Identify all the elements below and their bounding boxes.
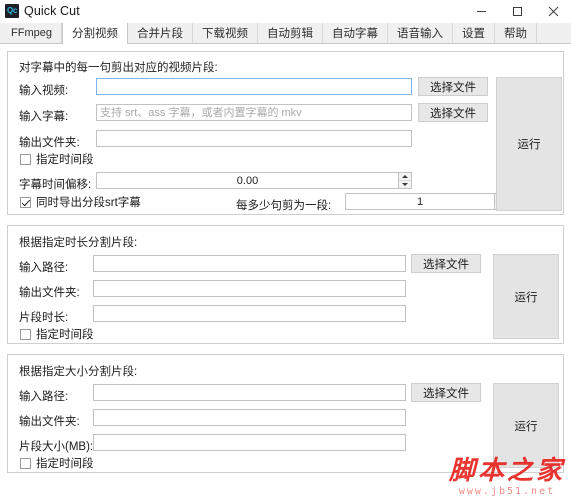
minimize-button[interactable] xyxy=(463,0,499,22)
subtitle-time-offset-stepper[interactable] xyxy=(96,172,412,189)
tab-label: 下载视频 xyxy=(201,28,248,40)
sentences-per-clip-stepper[interactable] xyxy=(345,193,508,210)
tab-auto-edit[interactable]: 自动剪辑 xyxy=(258,23,323,43)
panel-size-split-title: 根据指定大小分割片段: xyxy=(19,366,138,378)
close-button[interactable] xyxy=(535,0,571,22)
tab-label: 自动字幕 xyxy=(331,28,378,40)
tab-merge-clips[interactable]: 合并片段 xyxy=(128,23,193,43)
window-title: Quick Cut xyxy=(24,4,80,18)
label-input-subtitle: 输入字幕: xyxy=(19,111,69,123)
tab-download-video[interactable]: 下载视频 xyxy=(193,23,258,43)
duration-input-path-field[interactable] xyxy=(93,255,406,272)
duration-output-folder-field[interactable] xyxy=(93,280,406,297)
choose-file-duration-button[interactable]: 选择文件 xyxy=(411,254,481,273)
clip-duration-field[interactable] xyxy=(93,305,406,322)
checkbox-box-icon xyxy=(20,153,31,165)
output-folder-field[interactable] xyxy=(96,130,412,147)
label-size-input-path: 输入路径: xyxy=(19,391,69,403)
tab-ffmpeg[interactable]: FFmpeg xyxy=(2,23,62,43)
checkbox-export-srt[interactable]: 同时导出分段srt字幕 xyxy=(20,194,141,210)
tab-label: 设置 xyxy=(461,28,485,40)
panel-subtitle-split: 对字幕中的每一句剪出对应的视频片段: 输入视频: 选择文件 输入字幕: 选择文件… xyxy=(7,51,564,215)
checkbox-box-icon xyxy=(20,328,31,340)
label-clip-duration: 片段时长: xyxy=(19,312,69,324)
tab-auto-subtitle[interactable]: 自动字幕 xyxy=(323,23,388,43)
label-sentences-per-clip: 每多少句剪为一段: xyxy=(236,200,332,212)
title-bar: Qc Quick Cut xyxy=(0,0,571,23)
tab-voice-input[interactable]: 语音输入 xyxy=(388,23,453,43)
panel-subtitle-split-title: 对字幕中的每一句剪出对应的视频片段: xyxy=(19,62,218,74)
tab-label: 自动剪辑 xyxy=(266,28,313,40)
choose-file-size-button[interactable]: 选择文件 xyxy=(411,383,481,402)
panel-duration-split: 根据指定时长分割片段: 输入路径: 选择文件 输出文件夹: 片段时长: 指定时间… xyxy=(7,225,564,344)
app-icon-label: Qc xyxy=(6,6,18,15)
label-duration-output-folder: 输出文件夹: xyxy=(19,287,80,299)
sentences-per-clip-field[interactable] xyxy=(345,193,494,210)
stepper-buttons[interactable] xyxy=(398,172,412,189)
label-input-video: 输入视频: xyxy=(19,85,69,97)
checkbox-specify-time-range-subtitle[interactable]: 指定时间段 xyxy=(20,151,94,167)
tab-label: FFmpeg xyxy=(11,27,52,39)
checkbox-specify-time-range-size[interactable]: 指定时间段 xyxy=(20,455,94,471)
run-button-subtitle-split[interactable]: 运行 xyxy=(496,77,562,211)
choose-file-video-button[interactable]: 选择文件 xyxy=(418,77,488,96)
maximize-icon xyxy=(512,6,522,16)
panel-size-split: 根据指定大小分割片段: 输入路径: 选择文件 输出文件夹: 片段大小(MB): … xyxy=(7,354,564,473)
app-icon: Qc xyxy=(5,4,19,18)
label-size-output-folder: 输出文件夹: xyxy=(19,416,80,428)
checkbox-label: 指定时间段 xyxy=(36,329,94,341)
tab-bar: FFmpeg 分割视频 合并片段 下载视频 自动剪辑 自动字幕 语音输入 设置 … xyxy=(0,23,571,44)
tab-help[interactable]: 帮助 xyxy=(495,23,537,43)
input-video-field[interactable] xyxy=(96,78,412,95)
run-button-duration-split[interactable]: 运行 xyxy=(493,254,559,339)
checkbox-label: 指定时间段 xyxy=(36,458,94,470)
tab-label: 分割视频 xyxy=(71,28,118,40)
watermark-url: www.jb51.net xyxy=(458,486,556,497)
stepper-down-icon[interactable] xyxy=(399,181,411,188)
label-output-folder: 输出文件夹: xyxy=(19,137,80,149)
checkbox-specify-time-range-duration[interactable]: 指定时间段 xyxy=(20,326,94,342)
checkbox-box-icon xyxy=(20,457,31,469)
label-subtitle-time-offset: 字幕时间偏移: xyxy=(19,179,92,191)
tab-split-video[interactable]: 分割视频 xyxy=(61,23,128,44)
window-controls xyxy=(463,0,571,22)
tab-content-split-video: 对字幕中的每一句剪出对应的视频片段: 输入视频: 选择文件 输入字幕: 选择文件… xyxy=(0,44,571,501)
input-subtitle-field[interactable] xyxy=(96,104,412,121)
checkbox-label: 指定时间段 xyxy=(36,154,94,166)
checkbox-box-icon xyxy=(20,196,31,208)
close-icon xyxy=(548,6,558,16)
tab-label: 合并片段 xyxy=(136,28,183,40)
minimize-icon xyxy=(476,10,486,12)
subtitle-time-offset-field[interactable] xyxy=(96,172,398,189)
tab-settings[interactable]: 设置 xyxy=(453,23,495,43)
clip-size-field[interactable] xyxy=(93,434,406,451)
size-input-path-field[interactable] xyxy=(93,384,406,401)
label-clip-size: 片段大小(MB): xyxy=(19,441,94,453)
checkbox-label: 同时导出分段srt字幕 xyxy=(36,197,141,209)
panel-duration-split-title: 根据指定时长分割片段: xyxy=(19,237,138,249)
size-output-folder-field[interactable] xyxy=(93,409,406,426)
choose-file-subtitle-button[interactable]: 选择文件 xyxy=(418,103,488,122)
tab-label: 语音输入 xyxy=(396,28,443,40)
tab-label: 帮助 xyxy=(503,28,527,40)
maximize-button[interactable] xyxy=(499,0,535,22)
stepper-up-icon[interactable] xyxy=(399,173,411,181)
label-duration-input-path: 输入路径: xyxy=(19,262,69,274)
run-button-size-split[interactable]: 运行 xyxy=(493,383,559,468)
